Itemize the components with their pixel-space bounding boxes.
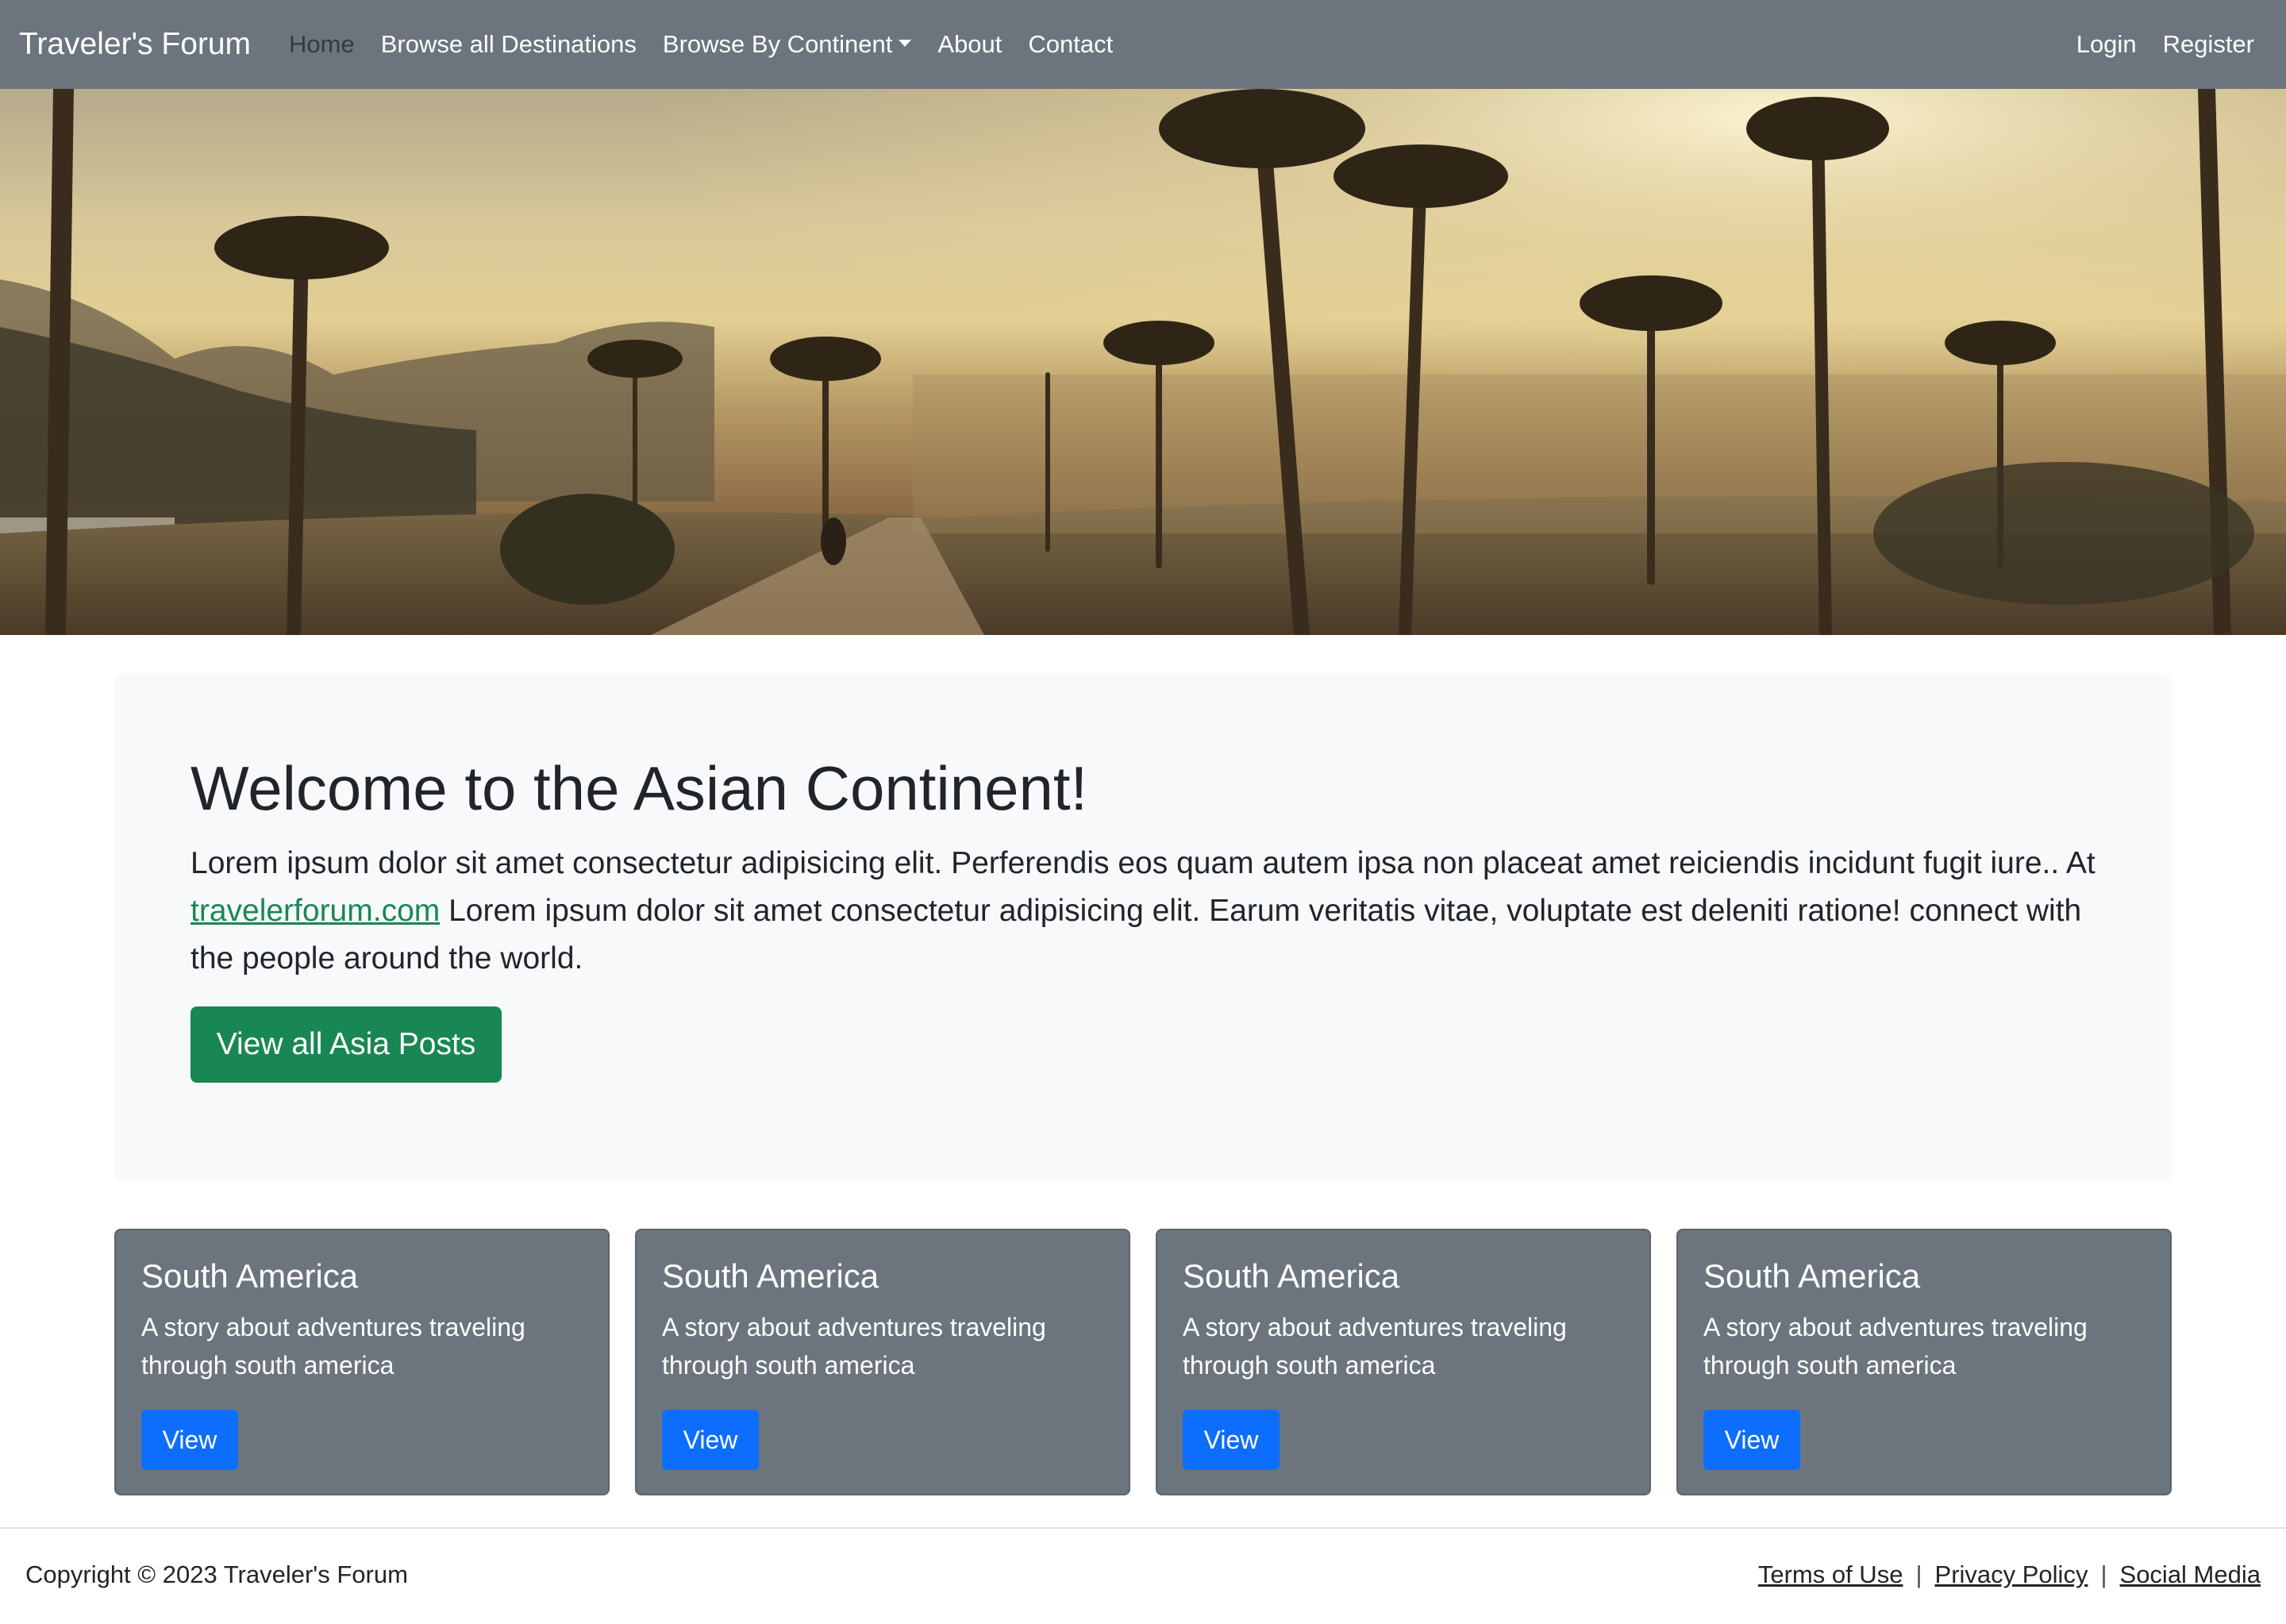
navbar-brand[interactable]: Traveler's Forum xyxy=(19,24,251,65)
card-view-button[interactable]: View xyxy=(662,1410,759,1470)
nav-link-contact[interactable]: Contact xyxy=(1028,27,1113,62)
nav-dropdown-label: Browse By Continent xyxy=(662,30,893,58)
navbar: Traveler's Forum Home Browse all Destina… xyxy=(0,0,2286,89)
card-view-button[interactable]: View xyxy=(1183,1410,1280,1470)
nav-link-register[interactable]: Register xyxy=(2163,27,2254,62)
hero-image xyxy=(0,89,2286,635)
nav-dropdown-browse-by-continent[interactable]: Browse By Continent xyxy=(662,27,912,62)
hero-landscape-illustration xyxy=(0,89,2286,635)
nav-link-browse-destinations[interactable]: Browse all Destinations xyxy=(381,27,637,62)
page-title: Welcome to the Asian Continent! xyxy=(190,753,1088,823)
nav-link-home[interactable]: Home xyxy=(289,27,355,62)
card-text: A story about adventures traveling throu… xyxy=(141,1313,525,1380)
view-all-asia-posts-button[interactable]: View all Asia Posts xyxy=(190,1006,502,1083)
welcome-text-end: Lorem ipsum dolor sit amet consectetur a… xyxy=(190,894,2082,976)
card-view-button[interactable]: View xyxy=(141,1410,238,1470)
welcome-paragraph: Lorem ipsum dolor sit amet consectetur a… xyxy=(190,840,2096,983)
footer-copyright: Copyright © 2023 Traveler's Forum xyxy=(25,1561,408,1588)
card-text: A story about adventures traveling throu… xyxy=(1183,1313,1567,1380)
card-text: A story about adventures traveling throu… xyxy=(662,1313,1046,1380)
footer-link-terms[interactable]: Terms of Use xyxy=(1758,1557,1903,1592)
nav-link-about[interactable]: About xyxy=(937,27,1002,62)
travelerforum-link[interactable]: travelerforum.com xyxy=(190,894,440,928)
card-view-button[interactable]: View xyxy=(1703,1410,1800,1470)
card-title: South America xyxy=(141,1257,359,1295)
nav-auth-links: Login Register xyxy=(2050,27,2254,62)
card-title: South America xyxy=(662,1257,879,1295)
destination-card: South America A story about adventures t… xyxy=(114,1229,610,1495)
footer-link-privacy[interactable]: Privacy Policy xyxy=(1935,1557,2088,1592)
nav-links: Home Browse all Destinations Browse By C… xyxy=(289,27,1139,62)
destination-card: South America A story about adventures t… xyxy=(1676,1229,2172,1495)
destination-card: South America A story about adventures t… xyxy=(635,1229,1130,1495)
caret-down-icon xyxy=(899,40,912,48)
welcome-jumbotron: Welcome to the Asian Continent! Lorem ip… xyxy=(114,673,2172,1183)
footer-link-social[interactable]: Social Media xyxy=(2120,1557,2261,1592)
footer-separator: | xyxy=(2100,1561,2107,1588)
card-title: South America xyxy=(1703,1257,1921,1295)
welcome-text-start: Lorem ipsum dolor sit amet consectetur a… xyxy=(190,846,2096,880)
footer-divider xyxy=(0,1527,2286,1529)
card-title: South America xyxy=(1183,1257,1400,1295)
card-text: A story about adventures traveling throu… xyxy=(1703,1313,2088,1380)
destination-card: South America A story about adventures t… xyxy=(1156,1229,1651,1495)
footer-separator: | xyxy=(1915,1561,1922,1588)
footer-links: Terms of Use | Privacy Policy | Social M… xyxy=(1758,1557,2261,1592)
nav-link-login[interactable]: Login xyxy=(2076,27,2137,62)
